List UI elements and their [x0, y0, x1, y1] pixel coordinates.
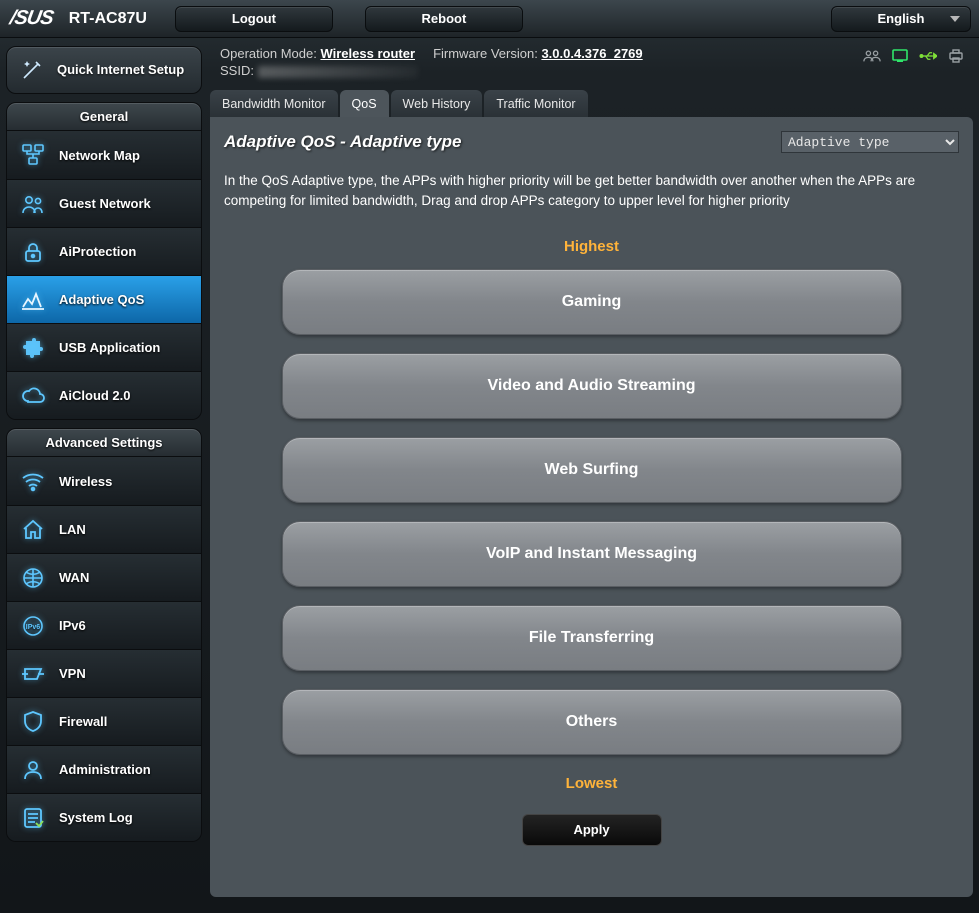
quick-setup-tile[interactable]: Quick Internet Setup [6, 46, 202, 94]
sidebar-item-label: Adaptive QoS [59, 292, 144, 307]
sidebar-item-label: IPv6 [59, 618, 86, 633]
category-others[interactable]: Others [282, 689, 902, 755]
advanced-list: Wireless LAN WAN IPv6 IPv6 [6, 457, 202, 842]
sidebar-item-administration[interactable]: Administration [7, 745, 201, 793]
sidebar-item-usb-application[interactable]: USB Application [7, 323, 201, 371]
sidebar-item-firewall[interactable]: Firewall [7, 697, 201, 745]
op-mode-value[interactable]: Wireless router [320, 46, 415, 61]
content-area: Bandwidth Monitor QoS Web History Traffi… [210, 90, 973, 909]
guest-network-icon [19, 190, 47, 218]
sidebar-item-label: AiProtection [59, 244, 136, 259]
tab-bar: Bandwidth Monitor QoS Web History Traffi… [210, 90, 973, 117]
sidebar-item-network-map[interactable]: Network Map [7, 131, 201, 179]
category-voip-im[interactable]: VoIP and Instant Messaging [282, 521, 902, 587]
sidebar-item-label: VPN [59, 666, 86, 681]
chevron-down-icon [950, 16, 960, 22]
advanced-header: Advanced Settings [6, 428, 202, 457]
network-map-icon [19, 141, 47, 169]
category-file-transfer[interactable]: File Transferring [282, 605, 902, 671]
language-label: English [878, 11, 925, 26]
sidebar-item-label: AiCloud 2.0 [59, 388, 131, 403]
log-icon [19, 804, 47, 832]
sidebar-item-label: LAN [59, 522, 86, 537]
ipv6-icon: IPv6 [19, 612, 47, 640]
admin-icon [19, 756, 47, 784]
home-icon [19, 516, 47, 544]
general-list: Network Map Guest Network AiProtection A… [6, 131, 202, 420]
sidebar-item-guest-network[interactable]: Guest Network [7, 179, 201, 227]
ssid-value [258, 66, 418, 78]
top-bar: /SUS RT-AC87U Logout Reboot English [0, 0, 979, 38]
quick-setup-label: Quick Internet Setup [57, 63, 184, 77]
sidebar-item-wireless[interactable]: Wireless [7, 457, 201, 505]
tab-bandwidth-monitor[interactable]: Bandwidth Monitor [210, 90, 338, 117]
logout-button[interactable]: Logout [175, 6, 333, 32]
tab-web-history[interactable]: Web History [391, 90, 483, 117]
sidebar-item-aicloud[interactable]: AiCloud 2.0 [7, 371, 201, 419]
sidebar-item-system-log[interactable]: System Log [7, 793, 201, 841]
category-video-audio[interactable]: Video and Audio Streaming [282, 353, 902, 419]
usb-icon[interactable] [919, 48, 937, 64]
sidebar-item-label: Firewall [59, 714, 107, 729]
reboot-button[interactable]: Reboot [365, 6, 523, 32]
fw-label: Firmware Version: [433, 46, 538, 61]
brand-logo: /SUS [6, 7, 61, 30]
sidebar-item-wan[interactable]: WAN [7, 553, 201, 601]
clients-icon[interactable] [863, 48, 881, 64]
network-icon[interactable] [891, 48, 909, 64]
globe-icon [19, 564, 47, 592]
sidebar-item-label: System Log [59, 810, 133, 825]
panel-description: In the QoS Adaptive type, the APPs with … [224, 171, 959, 212]
highest-label: Highest [224, 238, 959, 255]
qos-type-select[interactable]: Adaptive type [781, 131, 959, 153]
puzzle-icon [19, 334, 47, 362]
left-nav: Quick Internet Setup General Network Map… [6, 46, 202, 842]
cloud-icon [19, 382, 47, 410]
general-header: General [6, 102, 202, 131]
sidebar-item-lan[interactable]: LAN [7, 505, 201, 553]
tab-traffic-monitor[interactable]: Traffic Monitor [484, 90, 587, 117]
sidebar-item-label: Network Map [59, 148, 140, 163]
category-gaming[interactable]: Gaming [282, 269, 902, 335]
fw-value[interactable]: 3.0.0.4.376_2769 [541, 46, 642, 61]
sidebar-item-label: USB Application [59, 340, 160, 355]
shield-icon [19, 708, 47, 736]
tab-qos[interactable]: QoS [340, 90, 389, 117]
qos-panel: Adaptive QoS - Adaptive type Adaptive ty… [210, 117, 973, 897]
model-name: RT-AC87U [69, 10, 147, 28]
sidebar-item-adaptive-qos[interactable]: Adaptive QoS [7, 275, 201, 323]
sidebar-item-label: Guest Network [59, 196, 151, 211]
sidebar-item-aiprotection[interactable]: AiProtection [7, 227, 201, 275]
sidebar-item-label: WAN [59, 570, 89, 585]
sidebar-item-vpn[interactable]: VPN [7, 649, 201, 697]
wand-icon [19, 57, 45, 83]
sidebar-item-label: Wireless [59, 474, 112, 489]
category-list: Gaming Video and Audio Streaming Web Sur… [224, 269, 959, 755]
sidebar-item-label: Administration [59, 762, 151, 777]
printer-icon[interactable] [947, 48, 965, 64]
qos-icon [19, 286, 47, 314]
sidebar-item-ipv6[interactable]: IPv6 IPv6 [7, 601, 201, 649]
lowest-label: Lowest [224, 775, 959, 792]
panel-title: Adaptive QoS - Adaptive type [224, 132, 461, 152]
lock-icon [19, 238, 47, 266]
wifi-icon [19, 467, 47, 495]
op-mode-label: Operation Mode: [220, 46, 317, 61]
apply-button[interactable]: Apply [522, 814, 662, 846]
ssid-label: SSID: [220, 63, 254, 78]
category-web-surfing[interactable]: Web Surfing [282, 437, 902, 503]
svg-text:IPv6: IPv6 [26, 624, 41, 631]
language-dropdown[interactable]: English [831, 6, 971, 32]
vpn-icon [19, 660, 47, 688]
